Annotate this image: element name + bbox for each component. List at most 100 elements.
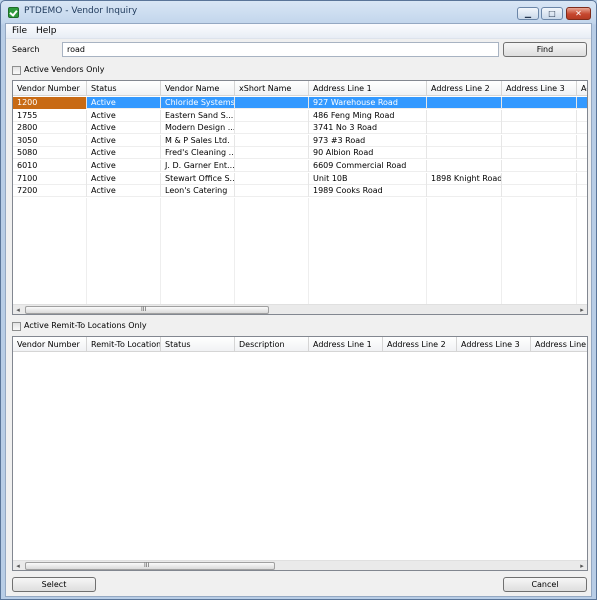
table-cell[interactable]: Active — [87, 160, 161, 172]
table-cell[interactable]: Active — [87, 134, 161, 147]
table-cell[interactable] — [502, 172, 577, 185]
remit-grid[interactable]: Vendor Number Remit-To Location Status Desc… — [12, 336, 588, 571]
table-cell[interactable] — [502, 122, 577, 135]
vendor-grid[interactable]: Vendor Number Status Vendor Name xShort Nam… — [12, 80, 588, 315]
table-cell[interactable]: Fred's Cleaning ... — [161, 147, 235, 160]
table-cell[interactable]: 3050 — [13, 134, 87, 147]
table-cell[interactable]: 1989 Cooks Road — [309, 185, 427, 198]
table-cell[interactable] — [502, 109, 577, 122]
column-header[interactable]: Address Line 3 — [457, 337, 531, 352]
table-row[interactable]: 7100 Active Stewart Office S... Unit 10B 189… — [13, 172, 587, 185]
table-cell[interactable] — [427, 185, 502, 198]
active-vendors-only-box[interactable] — [12, 66, 21, 75]
table-row[interactable]: 1755 Active Eastern Sand S... 486 Feng Ming… — [13, 109, 587, 122]
column-header[interactable]: Ad — [577, 81, 587, 96]
table-cell[interactable]: 5080 — [13, 147, 87, 160]
table-cell[interactable]: Eastern Sand S... — [161, 109, 235, 122]
table-cell[interactable]: 486 Feng Ming Road — [309, 109, 427, 122]
table-cell[interactable]: 7100 — [13, 172, 87, 185]
table-cell[interactable] — [235, 109, 309, 122]
table-cell[interactable]: Active — [87, 185, 161, 198]
table-cell[interactable] — [427, 134, 502, 147]
scroll-left-arrow-icon[interactable]: ◂ — [13, 561, 23, 570]
remit-grid-hscrollbar[interactable]: ◂ III ▸ — [13, 560, 587, 570]
table-cell[interactable] — [502, 147, 577, 160]
table-cell[interactable]: 90 Albion Road — [309, 147, 427, 160]
scroll-right-arrow-icon[interactable]: ▸ — [577, 305, 587, 314]
menu-file[interactable]: File — [12, 26, 27, 36]
table-row[interactable]: 2800 Active Modern Design ... 3741 No 3 Roa… — [13, 122, 587, 135]
table-cell[interactable] — [235, 185, 309, 198]
table-cell[interactable]: 6609 Commercial Road — [309, 160, 427, 172]
table-cell[interactable]: Stewart Office S... — [161, 172, 235, 185]
table-cell[interactable]: Active — [87, 147, 161, 160]
table-cell[interactable]: 973 #3 Road — [309, 134, 427, 147]
maximize-button[interactable]: □ — [541, 7, 563, 20]
table-cell[interactable]: Leon's Catering — [161, 185, 235, 198]
column-header[interactable]: Address Line 1 — [309, 81, 427, 96]
column-header[interactable]: xShort Name — [235, 81, 309, 96]
column-header[interactable]: Address Line 2 — [427, 81, 502, 96]
scroll-left-arrow-icon[interactable]: ◂ — [13, 305, 23, 314]
table-cell[interactable]: Active — [87, 172, 161, 185]
minimize-button[interactable]: ▁ — [517, 7, 539, 20]
active-remit-only-checkbox[interactable]: Active Remit-To Locations Only — [12, 321, 172, 333]
active-remit-only-box[interactable] — [12, 322, 21, 331]
column-header[interactable]: Description — [235, 337, 309, 352]
table-cell[interactable] — [502, 97, 577, 109]
column-header[interactable]: Vendor Number — [13, 81, 87, 96]
column-header[interactable]: Remit-To Location — [87, 337, 161, 352]
table-row[interactable]: 7200 Active Leon's Catering 1989 Cooks Road — [13, 185, 587, 198]
table-cell[interactable] — [235, 134, 309, 147]
table-cell[interactable]: M & P Sales Ltd. — [161, 134, 235, 147]
column-header[interactable]: Status — [87, 81, 161, 96]
column-header[interactable]: Status — [161, 337, 235, 352]
table-cell[interactable] — [502, 185, 577, 198]
select-button[interactable]: Select — [12, 577, 96, 592]
column-header[interactable]: Vendor Number — [13, 337, 87, 352]
table-row[interactable]: 5080 Active Fred's Cleaning ... 90 Albion R… — [13, 147, 587, 160]
table-cell[interactable]: 927 Warehouse Road — [309, 97, 427, 109]
table-cell[interactable]: Active — [87, 97, 161, 109]
table-cell[interactable] — [235, 160, 309, 172]
table-cell[interactable]: 1755 — [13, 109, 87, 122]
table-cell[interactable] — [235, 147, 309, 160]
search-input[interactable]: road — [62, 42, 499, 57]
find-button[interactable]: Find — [503, 42, 587, 57]
table-row[interactable]: 1200 Active Chloride Systems 927 Warehouse … — [13, 97, 587, 109]
table-cell[interactable] — [427, 97, 502, 109]
scroll-right-arrow-icon[interactable]: ▸ — [577, 561, 587, 570]
table-cell[interactable]: Active — [87, 122, 161, 135]
table-cell[interactable] — [427, 147, 502, 160]
close-button[interactable]: ✕ — [566, 7, 591, 20]
table-cell[interactable] — [427, 160, 502, 172]
column-header[interactable]: Address Line 1 — [309, 337, 383, 352]
table-cell[interactable]: Modern Design ... — [161, 122, 235, 135]
table-row[interactable]: 3050 Active M & P Sales Ltd. 973 #3 Road — [13, 134, 587, 147]
table-cell[interactable]: Unit 10B — [309, 172, 427, 185]
table-cell[interactable]: 1200 — [13, 97, 87, 109]
table-cell[interactable]: 7200 — [13, 185, 87, 198]
column-header[interactable]: Address Line 2 — [383, 337, 457, 352]
column-header[interactable]: Address Line 4 — [531, 337, 587, 352]
table-cell[interactable]: 2800 — [13, 122, 87, 135]
table-cell[interactable]: Active — [87, 109, 161, 122]
table-cell[interactable]: 3741 No 3 Road — [309, 122, 427, 135]
vendor-grid-hscrollbar[interactable]: ◂ III ▸ — [13, 304, 587, 314]
table-cell[interactable] — [502, 160, 577, 172]
column-header[interactable]: Address Line 3 — [502, 81, 577, 96]
remit-scroll-thumb[interactable]: III — [25, 562, 275, 570]
active-vendors-only-checkbox[interactable]: Active Vendors Only — [12, 65, 122, 77]
table-cell[interactable] — [235, 122, 309, 135]
table-cell[interactable] — [235, 97, 309, 109]
cancel-button[interactable]: Cancel — [503, 577, 587, 592]
column-header[interactable]: Vendor Name — [161, 81, 235, 96]
title-bar[interactable]: PTDEMO - Vendor Inquiry ▁ □ ✕ — [1, 1, 596, 23]
table-row[interactable]: 6010 Active J. D. Garner Ent... 6609 Commer… — [13, 160, 587, 172]
table-cell[interactable] — [235, 172, 309, 185]
table-cell[interactable]: 6010 — [13, 160, 87, 172]
menu-help[interactable]: Help — [36, 26, 57, 36]
table-cell[interactable] — [427, 122, 502, 135]
table-cell[interactable] — [427, 109, 502, 122]
table-cell[interactable] — [502, 134, 577, 147]
